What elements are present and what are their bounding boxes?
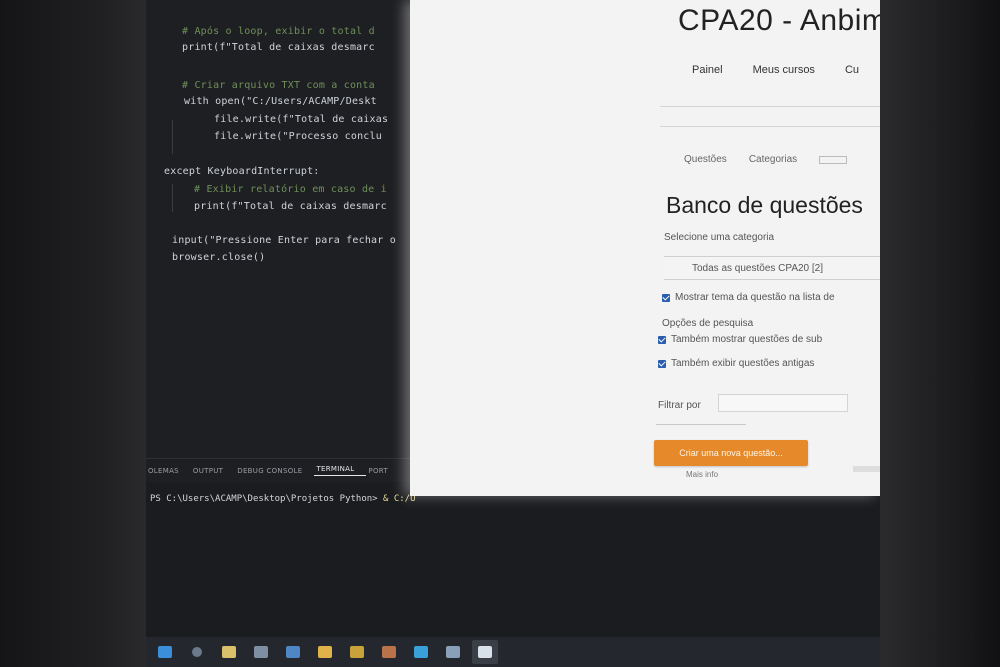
scroll-indicator — [853, 466, 880, 472]
code-line: file.write(f"Total de caixas — [214, 114, 389, 125]
filter-input[interactable] — [718, 394, 848, 412]
tab-problems[interactable]: OLEMAS — [146, 467, 191, 475]
sub-tab-bar: Questões Categorias — [684, 154, 848, 165]
checkbox-label: Mostrar tema da questão na lista de — [675, 292, 835, 303]
taskbar — [146, 637, 880, 667]
terminal-prompt: PS C:\Users\ACAMP\Desktop\Projetos Pytho… — [150, 494, 378, 504]
create-question-button[interactable]: Criar uma nova questão... — [654, 440, 808, 466]
show-question-text-option[interactable]: Mostrar tema da questão na lista de — [662, 292, 835, 303]
divider — [660, 106, 880, 107]
divider — [656, 424, 746, 425]
file-explorer-icon[interactable] — [216, 640, 242, 664]
folder-icon[interactable] — [312, 640, 338, 664]
more-info-link[interactable]: Mais info — [686, 470, 718, 479]
tab-more[interactable] — [819, 156, 848, 164]
code-line: print(f"Total de caixas desmarc — [182, 42, 375, 53]
tab-terminal[interactable]: TERMINAL — [314, 465, 367, 476]
code-line: except KeyboardInterrupt: — [164, 166, 320, 177]
edge-icon[interactable] — [408, 640, 434, 664]
nav-item-meus-cursos[interactable]: Meus cursos — [753, 64, 815, 76]
panel-tab-bar: OLEMAS OUTPUT DEBUG CONSOLE TERMINAL POR… — [146, 458, 411, 482]
code-line: # Após o loop, exibir o total d — [182, 26, 375, 37]
search-options-label: Opções de pesquisa — [662, 318, 754, 329]
browser-taskbar-icon[interactable] — [472, 640, 498, 664]
code-line: # Criar arquivo TXT com a conta — [182, 80, 375, 91]
browser-window: CPA20 - Anbima Painel Meus cursos Cu Que… — [410, 0, 880, 496]
code-line: browser.close() — [172, 252, 266, 263]
checkbox-label: Também exibir questões antigas — [671, 358, 815, 369]
checkbox-icon[interactable] — [658, 359, 666, 368]
page-title: Banco de questões — [666, 192, 863, 218]
tab-debug-console[interactable]: DEBUG CONSOLE — [235, 467, 314, 475]
search-icon[interactable] — [184, 640, 210, 664]
monitor-screen: # Após o loop, exibir o total d print(f"… — [146, 0, 880, 667]
tab-output[interactable]: OUTPUT — [191, 467, 235, 475]
site-nav: Painel Meus cursos Cu — [692, 64, 859, 76]
terminal-panel[interactable]: PS C:\Users\ACAMP\Desktop\Projetos Pytho… — [146, 482, 880, 637]
nav-item-cursos[interactable]: Cu — [845, 64, 859, 76]
start-icon[interactable] — [152, 640, 178, 664]
code-line: input("Pressione Enter para fechar o — [172, 235, 396, 246]
app-icon[interactable] — [440, 640, 466, 664]
powershell-icon[interactable] — [376, 640, 402, 664]
checkbox-icon[interactable] — [662, 293, 670, 302]
terminal-line: PS C:\Users\ACAMP\Desktop\Projetos Pytho… — [150, 494, 416, 504]
divider — [660, 126, 880, 127]
checkbox-icon[interactable] — [658, 335, 666, 344]
select-category-label: Selecione uma categoria — [664, 232, 775, 243]
show-old-questions-option[interactable]: Também exibir questões antigas — [658, 358, 814, 369]
category-select[interactable]: Todas as questões CPA20 [2] — [664, 256, 880, 280]
tab-questoes[interactable]: Questões — [684, 154, 727, 165]
tab-categorias[interactable]: Categorias — [749, 154, 797, 165]
code-line: with open("C:/Users/ACAMP/Deskt — [184, 96, 377, 107]
include-subcategories-option[interactable]: Também mostrar questões de sub — [658, 334, 822, 345]
mail-icon[interactable] — [280, 640, 306, 664]
nav-item-painel[interactable]: Painel — [692, 64, 723, 76]
site-title: CPA20 - Anbima — [678, 4, 880, 37]
code-line: print(f"Total de caixas desmarc — [194, 201, 387, 212]
photo-left-surroundings — [0, 0, 146, 667]
filter-label: Filtrar por — [658, 400, 701, 411]
code-line: # Exibir relatório em caso de i — [194, 184, 387, 195]
checkbox-label: Também mostrar questões de sub — [671, 334, 823, 345]
photo-right-surroundings — [880, 0, 1000, 667]
code-line: file.write("Processo conclu — [214, 131, 382, 142]
store-icon[interactable] — [248, 640, 274, 664]
code-editor[interactable]: # Após o loop, exibir o total d print(f"… — [146, 0, 411, 460]
indent-guide — [172, 120, 173, 154]
vscode-icon[interactable] — [344, 640, 370, 664]
tab-ports[interactable]: PORT — [366, 467, 400, 475]
indent-guide — [172, 184, 173, 212]
